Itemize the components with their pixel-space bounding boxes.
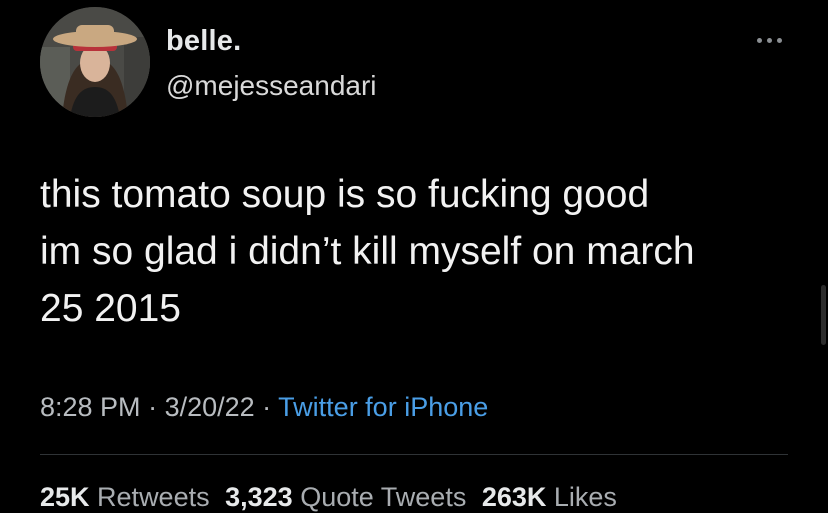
retweets-label: Retweets — [97, 482, 210, 512]
tweet-stats: 25K Retweets 3,323 Quote Tweets 263K Lik… — [40, 482, 625, 513]
profile-avatar-icon — [40, 7, 150, 117]
user-handle[interactable]: @mejesseandari — [166, 70, 377, 102]
more-horizontal-icon[interactable] — [753, 33, 787, 47]
divider — [40, 454, 788, 455]
retweets-count: 25K — [40, 482, 90, 512]
tweet-card: belle. @mejesseandari this tomato soup i… — [0, 0, 828, 513]
meta-separator: · — [254, 392, 279, 422]
quotes-label: Quote Tweets — [300, 482, 467, 512]
tweet-source-link[interactable]: Twitter for iPhone — [278, 392, 488, 422]
quote-tweets-stat[interactable]: 3,323 Quote Tweets — [225, 482, 466, 512]
display-name[interactable]: belle. — [166, 25, 241, 58]
tweet-date[interactable]: 3/20/22 — [165, 392, 255, 422]
meta-separator: · — [140, 392, 165, 422]
quotes-count: 3,323 — [225, 482, 293, 512]
scrollbar[interactable] — [821, 285, 826, 345]
likes-label: Likes — [553, 482, 617, 512]
retweets-stat[interactable]: 25K Retweets — [40, 482, 210, 512]
likes-count: 263K — [481, 482, 547, 512]
tweet-time[interactable]: 8:28 PM — [40, 392, 141, 422]
tweet-text: this tomato soup is so fucking good im s… — [40, 173, 695, 330]
avatar[interactable] — [40, 7, 150, 117]
likes-stat[interactable]: 263K Likes — [482, 482, 617, 512]
tweet-meta: 8:28 PM · 3/20/22 · Twitter for iPhone — [40, 392, 488, 423]
